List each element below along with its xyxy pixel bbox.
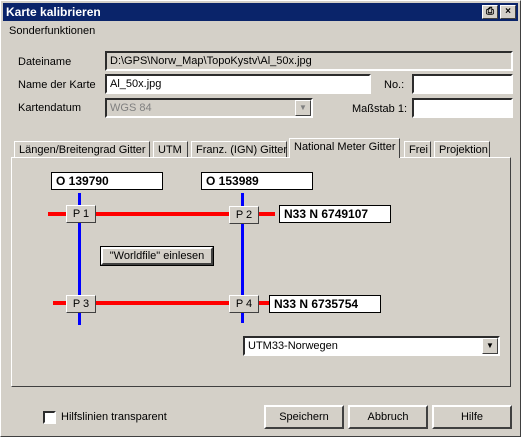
no-input[interactable]: [412, 74, 513, 94]
tab-projektion[interactable]: Projektion: [434, 141, 490, 158]
massstab-input[interactable]: [412, 98, 513, 118]
kartendatum-label: Kartendatum: [18, 102, 81, 114]
point-2-button[interactable]: P 2: [229, 206, 259, 224]
save-button[interactable]: Speichern: [264, 405, 344, 429]
projection-value: UTM33-Norwegen: [248, 340, 338, 352]
projection-select[interactable]: UTM33-Norwegen ▼: [243, 336, 500, 356]
calibrate-map-window: Karte kalibrieren ⎙ × Sonderfunktionen D…: [0, 0, 521, 437]
help-button[interactable]: Hilfe: [432, 405, 512, 429]
kartendatum-select: WGS 84 ▼: [105, 98, 313, 118]
point-1-button[interactable]: P 1: [66, 205, 96, 223]
point-4-button[interactable]: P 4: [229, 295, 259, 313]
hilfslinien-checkbox[interactable]: [43, 411, 56, 424]
no-label: No.:: [384, 79, 405, 91]
dateiname-field: D:\GPS\Norw_Map\TopoKystv\Al_50x.jpg: [105, 51, 513, 71]
y1-coord-input[interactable]: N33 N 6749107: [279, 205, 391, 223]
tab-franz-ign[interactable]: Franz. (IGN) Gitter: [191, 141, 287, 158]
close-icon[interactable]: ×: [500, 5, 516, 19]
name-label: Name der Karte: [18, 79, 96, 91]
menu-sonderfunktionen[interactable]: Sonderfunktionen: [9, 25, 95, 37]
dateiname-label: Dateiname: [18, 56, 72, 68]
chevron-down-icon[interactable]: ▼: [482, 338, 498, 354]
y2-coord-input[interactable]: N33 N 6735754: [269, 295, 381, 313]
kartendatum-value: WGS 84: [110, 102, 152, 114]
tab-national-meter[interactable]: National Meter Gitter: [289, 138, 400, 158]
name-input[interactable]: Al_50x.jpg: [105, 74, 371, 94]
chevron-down-icon: ▼: [295, 100, 311, 116]
x2-coord-input[interactable]: O 153989: [201, 172, 313, 190]
tab-utm[interactable]: UTM: [153, 141, 188, 158]
cancel-button[interactable]: Abbruch: [348, 405, 428, 429]
point-3-button[interactable]: P 3: [66, 295, 96, 313]
massstab-label: Maßstab 1:: [352, 103, 408, 115]
print-icon[interactable]: ⎙: [482, 5, 498, 19]
tab-laengen-breitengrad[interactable]: Längen/Breitengrad Gitter: [14, 141, 150, 158]
window-title: Karte kalibrieren: [6, 5, 101, 19]
hilfslinien-label: Hilfslinien transparent: [61, 411, 167, 423]
tab-frei[interactable]: Frei: [404, 141, 431, 158]
worldfile-button[interactable]: "Worldfile" einlesen: [100, 246, 214, 266]
title-bar[interactable]: Karte kalibrieren ⎙ ×: [3, 3, 518, 21]
x1-coord-input[interactable]: O 139790: [51, 172, 163, 190]
